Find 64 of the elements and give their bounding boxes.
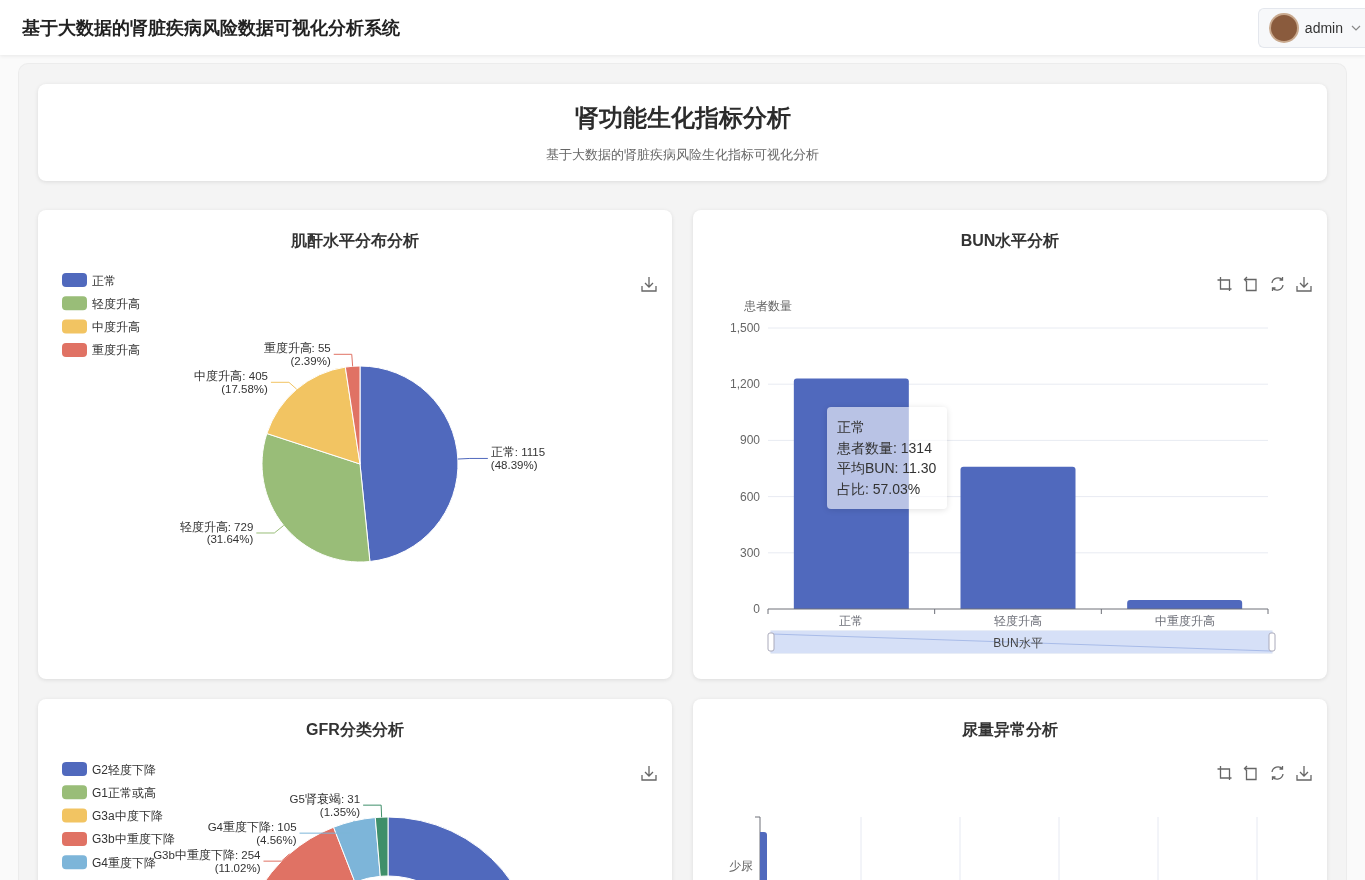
legend-item[interactable]: G2轻度下降: [62, 762, 156, 777]
tooltip-title: 正常: [837, 418, 866, 437]
download-icon[interactable]: [1296, 765, 1312, 781]
download-icon[interactable]: [641, 765, 657, 781]
slider-handle[interactable]: [767, 632, 775, 652]
refresh-icon[interactable]: [1271, 765, 1284, 781]
card-title: 尿量异常分析: [962, 719, 1058, 740]
tooltip-line: 占比: 57.03%: [837, 479, 922, 499]
card-title: BUN水平分析: [960, 230, 1060, 251]
refresh-icon[interactable]: [1271, 276, 1284, 292]
axis-title: 患者数量: [744, 299, 792, 313]
leader-line: [362, 804, 383, 818]
data-label: 中度升高: 405 (17.58%): [194, 370, 268, 395]
tooltip-line: 患者数量: 1314: [837, 438, 933, 458]
leader-line: [255, 524, 285, 534]
data-label: G4重度下降: 105 (4.56%): [207, 821, 297, 846]
crop-back-icon[interactable]: [1243, 765, 1257, 781]
crop-back-icon[interactable]: [1243, 276, 1257, 292]
tick-label: 900: [739, 433, 760, 448]
axis-title: BUN水平: [993, 636, 1043, 650]
bar: [760, 832, 767, 880]
legend-label: 重度升高: [92, 343, 140, 358]
page-heading: 肾功能生化指标分析: [574, 102, 791, 133]
leader-line: [270, 381, 298, 390]
card-title: 肌酐水平分布分析: [291, 230, 419, 251]
leader-line: [299, 820, 355, 834]
tick-label: 600: [739, 489, 760, 504]
tick-label: 1,500: [729, 321, 760, 335]
axis-label: 轻度升高: [994, 614, 1042, 628]
tick-label: 1,200: [729, 377, 760, 392]
legend-label: 中度升高: [92, 320, 140, 335]
axis-label: 中重度升高: [1154, 614, 1215, 628]
legend-item[interactable]: G3b中重度下降: [62, 831, 175, 847]
data-label: 正常: 1115 (48.39%): [490, 446, 546, 471]
leader-line: [457, 457, 489, 460]
user-menu[interactable]: admin: [1257, 7, 1365, 48]
download-icon[interactable]: [641, 276, 657, 292]
download-icon[interactable]: [1296, 276, 1312, 292]
tick-label: 300: [739, 545, 760, 560]
legend-item[interactable]: G1正常或高: [62, 785, 156, 800]
data-label: 重度升高: 55 (2.39%): [263, 342, 331, 367]
legend-label: 轻度升高: [92, 296, 140, 311]
legend-item[interactable]: 中度升高: [62, 319, 140, 335]
slider-handle[interactable]: [1268, 632, 1276, 652]
tick-label: 0: [753, 602, 760, 616]
data-label: G5肾衰竭: 31 (1.35%): [289, 793, 361, 818]
y-axis: [754, 816, 761, 880]
axis-label: 正常: [839, 614, 864, 628]
crop-icon[interactable]: [1216, 276, 1233, 292]
axis-label: 少尿: [729, 859, 753, 873]
app-title: 基于大数据的肾脏疾病风险数据可视化分析系统: [21, 16, 400, 40]
card-title: GFR分类分析: [306, 719, 404, 740]
leader-line: [263, 853, 290, 862]
legend-item[interactable]: 轻度升高: [62, 296, 140, 311]
page-subtitle: 基于大数据的肾脏疾病风险生化指标可视化分析: [546, 145, 819, 164]
crop-icon[interactable]: [1216, 765, 1233, 781]
data-label: 轻度升高: 729 (31.64%): [179, 521, 254, 546]
leader-line: [333, 353, 354, 367]
tooltip-line: 平均BUN: 11.30: [837, 459, 937, 478]
legend-item[interactable]: 重度升高: [62, 342, 140, 358]
legend-label: 正常: [92, 273, 116, 288]
legend-item[interactable]: 正常: [62, 273, 116, 288]
legend-item[interactable]: G3a中度下降: [62, 808, 163, 824]
avatar: [1270, 14, 1297, 41]
